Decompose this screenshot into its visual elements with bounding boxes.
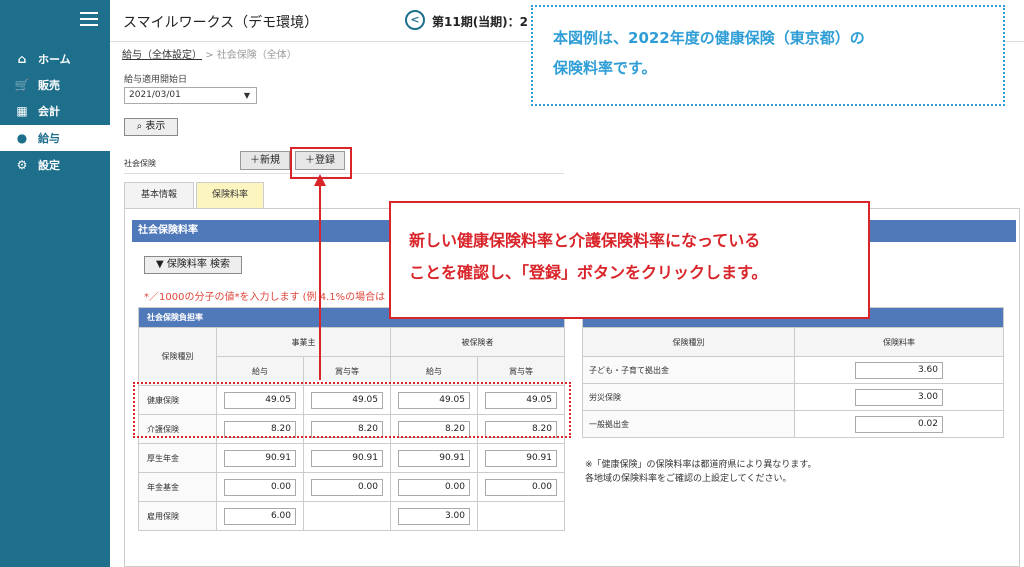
rate-note-line: 各地域の保険料率をご確認の上設定してください。: [585, 474, 792, 484]
gear-icon: ⚙: [16, 158, 28, 172]
col-insurance-type: 保険種別: [582, 327, 795, 357]
sidebar-item-payroll[interactable]: ● 給与: [0, 125, 110, 151]
col-insurance-type: 保険種別: [138, 327, 217, 386]
sidebar-item-label: ホーム: [38, 53, 71, 66]
instruction-callout-line: 新しい健康保険料率と介護保険料率になっている: [409, 231, 761, 250]
row-label: 労災保険: [582, 383, 795, 411]
info-callout-line: 本図例は、2022年度の健康保険（東京都）の: [553, 29, 865, 47]
rate-input[interactable]: 90.91: [224, 449, 296, 467]
row-label: 一般拠出金: [582, 410, 795, 438]
rate-note: ※「健康保険」の保険料率は都道府県により異なります。 各地域の保険料率をご確認の…: [585, 458, 1005, 486]
input-note: *／1000の分子の値*を入力します (例 4.1%の場合は: [144, 292, 386, 303]
sidebar-item-settings[interactable]: ⚙ 設定: [0, 152, 110, 178]
rate-search-button[interactable]: ▼ 保険料率 検索: [144, 256, 242, 274]
info-callout: 本図例は、2022年度の健康保険（東京都）の 保険料率です。: [531, 5, 1005, 106]
col-employer: 事業主: [216, 327, 391, 357]
moneybag-icon: ●: [16, 131, 28, 145]
date-select-value: 2021/03/01: [129, 90, 181, 100]
arrow-up-icon: [314, 174, 326, 380]
table-row: 労災保険 3.00: [582, 383, 1004, 411]
table-row: 一般拠出金 0.02: [582, 410, 1004, 438]
show-button-label: 表示: [145, 121, 166, 132]
rate-input[interactable]: 3.00: [855, 388, 943, 406]
rows-highlight: [133, 382, 571, 438]
new-button-label: 新規: [260, 155, 280, 166]
date-select[interactable]: 2021/03/01 ▼: [124, 87, 257, 104]
cart-icon: 🛒: [14, 78, 30, 92]
sidebar-item-label: 会計: [38, 105, 60, 118]
rate-input[interactable]: 3.00: [398, 507, 470, 525]
rate-input[interactable]: 3.60: [855, 361, 943, 379]
rate-input[interactable]: 0.00: [398, 478, 470, 496]
breadcrumb-current: > 社会保険（全体）: [205, 50, 297, 61]
sidebar-item-accounting[interactable]: ▦ 会計: [0, 98, 110, 124]
rate-input[interactable]: 90.91: [398, 449, 470, 467]
search-icon: ⌕: [136, 121, 143, 132]
show-button[interactable]: ⌕ 表示: [124, 118, 178, 136]
tab-basic-info[interactable]: 基本情報: [124, 182, 194, 208]
row-label: 厚生年金: [138, 443, 217, 473]
caret-down-icon: ▼: [243, 91, 250, 100]
rate-input[interactable]: 90.91: [311, 449, 383, 467]
breadcrumb-link-payroll[interactable]: 給与（全体設定）: [122, 50, 202, 61]
rate-input[interactable]: 90.91: [485, 449, 557, 467]
tab-insurance-rate[interactable]: 保険料率: [196, 182, 264, 208]
other-rate-table: 保険種別 保険料率 子ども・子育て拠出金 3.60 労災保険 3.00 一般拠出…: [582, 307, 1004, 438]
row-label: 子ども・子育て拠出金: [582, 356, 795, 384]
rate-note-line: ※「健康保険」の保険料率は都道府県により異なります。: [585, 460, 817, 470]
home-icon: ⌂: [17, 52, 27, 66]
sidebar-item-sales[interactable]: 🛒 販売: [0, 72, 110, 98]
instruction-callout: 新しい健康保険料率と介護保険料率になっている ことを確認し、「登録」ボタンをクリ…: [389, 201, 870, 319]
table-row: 厚生年金 90.91 90.91 90.91 90.91: [138, 443, 565, 473]
rate-input[interactable]: 6.00: [224, 507, 296, 525]
table-row: 年金基金 0.00 0.00 0.00 0.00: [138, 472, 565, 502]
col-insured: 被保険者: [390, 327, 565, 357]
col-rate: 保険料率: [794, 327, 1004, 357]
hamburger-menu-icon[interactable]: [80, 12, 98, 26]
breadcrumb: 給与（全体設定） > 社会保険（全体）: [122, 46, 297, 61]
sidebar-item-label: 給与: [38, 132, 60, 145]
rate-input[interactable]: 0.00: [485, 478, 557, 496]
new-button[interactable]: ＋新規: [240, 151, 290, 170]
instruction-callout-line: ことを確認し、「登録」ボタンをクリックします。: [409, 263, 768, 282]
sidebar-item-label: 設定: [38, 159, 60, 172]
date-label: 給与適用開始日: [124, 75, 188, 85]
rate-input[interactable]: 0.00: [224, 478, 296, 496]
app-title: スマイルワークス（デモ環境）: [123, 15, 319, 31]
table-row: 子ども・子育て拠出金 3.60: [582, 356, 1004, 384]
row-label: 年金基金: [138, 472, 217, 502]
sidebar-item-label: 販売: [38, 79, 60, 92]
sidebar: ⌂ ホーム 🛒 販売 ▦ 会計 ● 給与 ⚙ 設定: [0, 0, 110, 567]
rate-input[interactable]: 0.02: [855, 415, 943, 433]
rate-search-label: 保険料率 検索: [166, 259, 231, 270]
plus-icon: ＋: [250, 155, 260, 166]
insurance-label: 社会保険: [124, 159, 156, 168]
table-row: 雇用保険 6.00 3.00: [138, 501, 565, 531]
chevron-left-icon[interactable]: <: [405, 10, 425, 30]
info-callout-line: 保険料率です。: [553, 59, 657, 77]
row-label: 雇用保険: [138, 501, 217, 531]
calculator-icon: ▦: [16, 104, 28, 118]
sidebar-item-home[interactable]: ⌂ ホーム: [0, 46, 110, 72]
fiscal-period: 第11期(当期)：2: [432, 15, 529, 29]
filter-icon: ▼: [155, 259, 164, 270]
rate-input[interactable]: 0.00: [311, 478, 383, 496]
